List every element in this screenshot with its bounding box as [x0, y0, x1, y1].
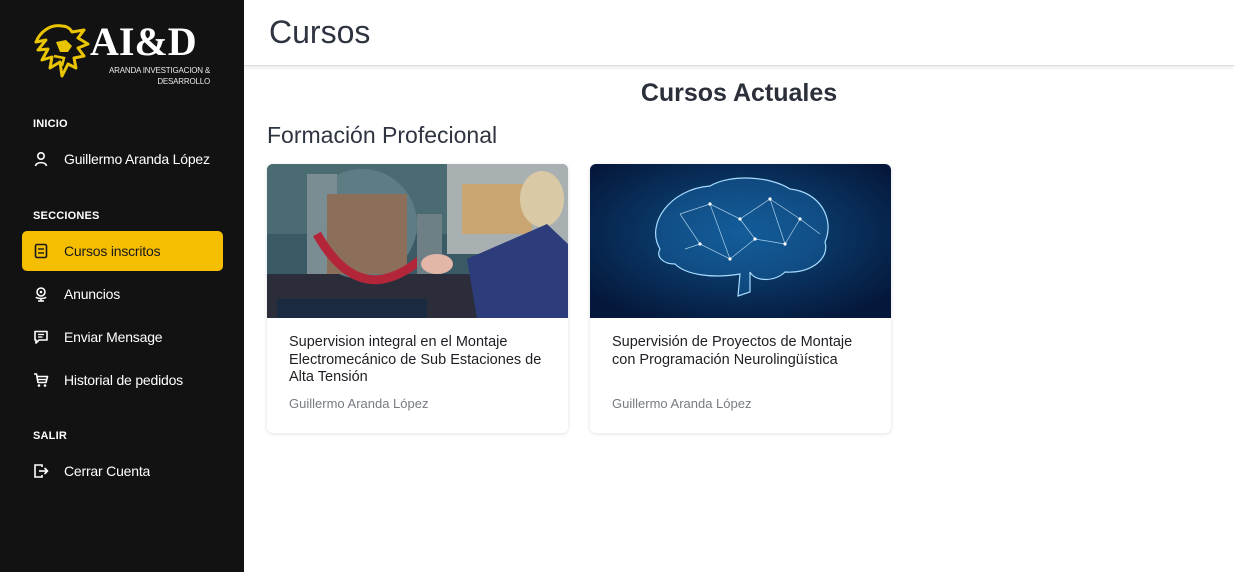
sidebar-item-cursos-inscritos[interactable]: Cursos inscritos [22, 231, 223, 271]
course-title[interactable]: Supervision integral en el Montaje Elect… [289, 334, 551, 387]
sidebar-item-profile[interactable]: Guillermo Aranda López [22, 139, 223, 179]
sidebar-item-historial[interactable]: Historial de pedidos [22, 360, 223, 400]
factory-worker-photo [267, 164, 568, 318]
section-secciones: SECCIONES [33, 210, 100, 222]
main-content: Cursos Cursos Actuales Formación Profeci… [244, 0, 1234, 572]
user-icon [33, 151, 49, 167]
sidebar-item-label: Anuncios [64, 286, 120, 302]
sidebar-item-label: Cursos inscritos [64, 243, 161, 259]
course-author: Guillermo Aranda López [289, 396, 429, 411]
sidebar-item-label: Enviar Mensage [64, 329, 163, 345]
message-icon [33, 329, 49, 345]
sidebar-item-anuncios[interactable]: Anuncios [22, 274, 223, 314]
sidebar-item-cerrar-cuenta[interactable]: Cerrar Cuenta [22, 451, 223, 491]
sidebar-item-label: Cerrar Cuenta [64, 463, 151, 479]
course-author: Guillermo Aranda López [612, 396, 752, 411]
course-card[interactable]: Supervision integral en el Montaje Elect… [267, 164, 568, 433]
digital-brain-photo [590, 164, 891, 318]
section-heading: Cursos Actuales [640, 79, 838, 107]
sidebar-item-enviar-mensage[interactable]: Enviar Mensage [22, 317, 223, 357]
section-inicio: INICIO [33, 118, 68, 130]
course-title[interactable]: Supervisión de Proyectos de Montaje con … [612, 334, 874, 369]
topbar: Cursos [244, 0, 1234, 66]
section-salir: SALIR [33, 430, 67, 442]
brand-logo[interactable]: AI&D ARANDA INVESTIGACION & DESARROLLO [32, 20, 216, 90]
brand-subtitle: ARANDA INVESTIGACION & DESARROLLO [109, 66, 210, 86]
page-title: Cursos [269, 14, 371, 50]
cart-icon [33, 372, 49, 388]
sidebar-item-label: Guillermo Aranda López [64, 151, 210, 167]
brand-name: AI&D [90, 19, 197, 64]
course-card[interactable]: Supervisión de Proyectos de Montaje con … [590, 164, 891, 433]
group-title: Formación Profecional [267, 122, 498, 148]
lion-logo-icon [34, 24, 90, 78]
globe-pin-icon [33, 286, 49, 302]
sidebar-item-label: Historial de pedidos [64, 372, 183, 388]
logout-icon [33, 463, 49, 479]
sidebar: AI&D ARANDA INVESTIGACION & DESARROLLO I… [0, 0, 244, 572]
app-root: AI&D ARANDA INVESTIGACION & DESARROLLO I… [0, 0, 1234, 572]
book-icon [33, 243, 49, 259]
